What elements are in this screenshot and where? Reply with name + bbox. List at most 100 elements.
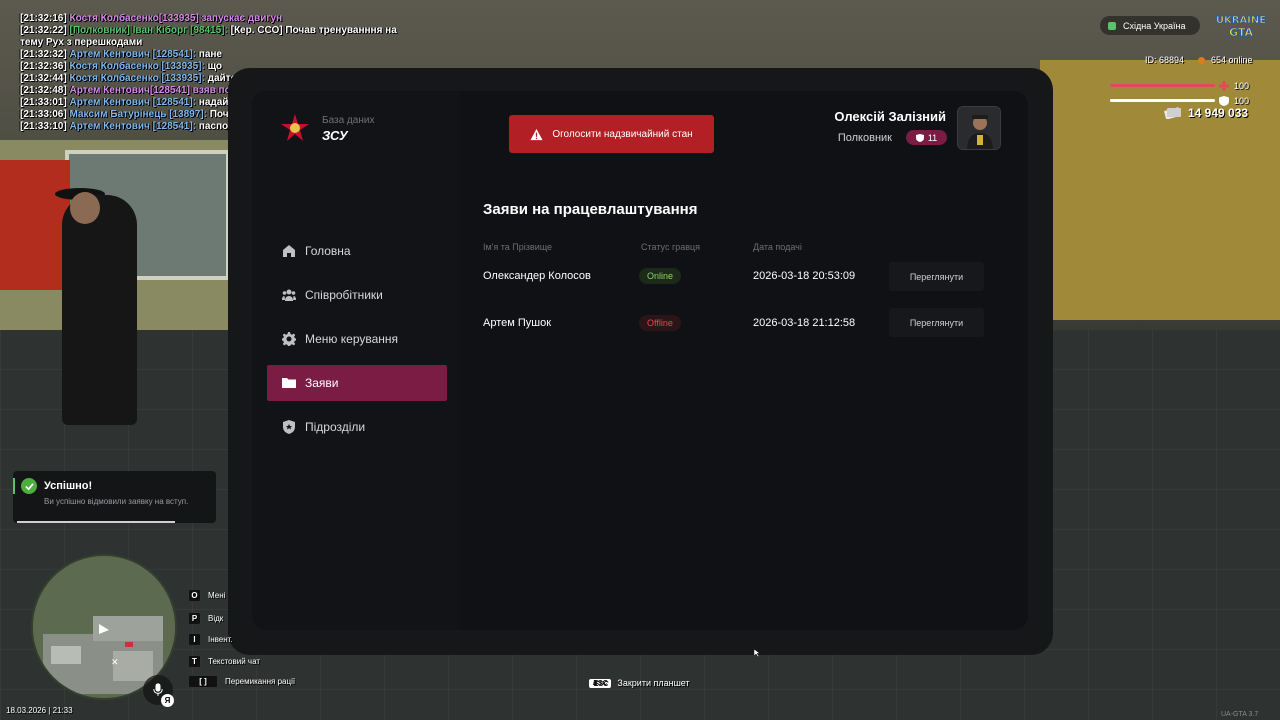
status-badge: Online xyxy=(639,268,682,284)
tablet-screen: База даних ЗСУ Головна Співробітники Мен… xyxy=(252,91,1028,630)
hint-label: Текстовий чат xyxy=(208,657,261,666)
chat-timestamp: [21:33:10] xyxy=(20,121,67,132)
microphone-icon xyxy=(153,683,163,696)
chat-text: Артем Кентович [128541]: xyxy=(69,49,199,60)
close-tablet-hint[interactable]: ESC Закрити планшет xyxy=(589,678,690,688)
game-logo: UKRAINE GTA xyxy=(1215,15,1266,39)
sidebar-item-home[interactable]: Головна xyxy=(267,233,447,269)
chat-text: що xyxy=(207,61,223,72)
chat-text: Максим Батурінець [13897]: xyxy=(69,109,210,120)
health-cross-icon xyxy=(1219,81,1229,91)
date-time: 18.03.2026 | 21:33 xyxy=(6,706,73,715)
toast-progress xyxy=(17,521,175,523)
online-icon xyxy=(1198,56,1205,64)
sidebar-nav: Головна Співробітники Меню керування Зая… xyxy=(267,233,447,453)
hint-label: Мені xyxy=(208,591,226,600)
server-name: Східна Україна xyxy=(1123,20,1186,31)
hint-key: [ ] xyxy=(188,675,218,688)
online-count: 654 online xyxy=(1198,55,1253,65)
chat-text: [Полковник] Іван Кіборг [98415]: xyxy=(69,25,231,36)
column-header-name: Ім'я та Прізвище xyxy=(483,242,553,252)
avatar[interactable] xyxy=(957,106,1001,150)
sidebar-item-control-menu[interactable]: Меню керування xyxy=(267,321,447,357)
shield-icon xyxy=(283,420,295,434)
chat-text: тему Рух з перешкодами xyxy=(20,37,143,48)
hint-label: Інвент. xyxy=(208,635,233,644)
check-icon xyxy=(21,478,37,494)
chat-timestamp: [21:32:22] xyxy=(20,25,67,36)
view-button[interactable]: Переглянути xyxy=(889,308,984,337)
column-header-status: Статус гравця xyxy=(641,242,701,252)
sidebar-item-label: Меню керування xyxy=(305,332,399,346)
close-tablet-label: Закрити планшет xyxy=(617,678,690,688)
rank-badge: 11 xyxy=(906,130,947,145)
sidebar-item-employees[interactable]: Співробітники xyxy=(267,277,447,313)
home-icon xyxy=(283,245,295,257)
chat-line: [21:32:16] Костя Колбасенко[133935] запу… xyxy=(20,13,420,25)
hint-key: O xyxy=(188,589,201,602)
zsu-emblem-icon xyxy=(281,114,309,141)
chat-text: Костя Колбасенко [133935]: xyxy=(69,73,208,84)
application-date: 2026-03-18 20:53:09 xyxy=(753,270,856,282)
chat-line: [21:32:22] [Полковник] Іван Кіборг [9841… xyxy=(20,25,420,37)
chat-timestamp: [21:32:44] xyxy=(20,73,67,84)
version-label: UA-GTA 3.7 xyxy=(1221,711,1259,718)
column-header-date: Дата подачі xyxy=(753,242,802,252)
chat-timestamp: [21:33:06] xyxy=(20,109,67,120)
money-icon xyxy=(1164,107,1181,119)
sidebar-item-units[interactable]: Підрозділи xyxy=(267,409,447,445)
view-button[interactable]: Переглянути xyxy=(889,262,984,291)
game-logo-line2: GTA xyxy=(1229,26,1253,39)
logo-title: ЗСУ xyxy=(322,128,348,143)
emergency-button-label: Оголосити надзвичайний стан xyxy=(552,128,693,140)
cursor-icon xyxy=(754,649,760,657)
applicant-name: Олександер Колосов xyxy=(483,270,591,282)
armor-bar xyxy=(1110,99,1215,102)
sidebar-item-label: Головна xyxy=(305,244,351,258)
voice-key-badge: Я xyxy=(161,694,174,707)
esc-key: ESC xyxy=(589,678,612,688)
folder-icon xyxy=(282,378,296,388)
rank-level: 11 xyxy=(927,132,938,143)
chat-timestamp: [21:32:16] xyxy=(20,13,67,24)
hint-label: Перемикання рації xyxy=(225,677,296,686)
application-date: 2026-03-18 21:12:58 xyxy=(753,317,856,329)
toast-title: Успішно! xyxy=(44,480,93,492)
emergency-button[interactable]: Оголосити надзвичайний стан xyxy=(509,115,714,153)
chat-timestamp: [21:32:36] xyxy=(20,61,67,72)
toast-accent xyxy=(13,478,15,494)
sidebar-item-applications[interactable]: Заяви xyxy=(267,365,447,401)
chat-line: [21:32:32] Артем Кентович [128541]: пане xyxy=(20,49,420,61)
chat-text: Артем Кентович [128541]: xyxy=(69,97,199,108)
hint-radio-switch: [ ] Перемикання рації xyxy=(188,675,295,688)
sidebar-item-label: Заяви xyxy=(305,376,339,390)
hint-key: I xyxy=(188,633,201,646)
armor-shield-icon xyxy=(1219,96,1229,106)
hint-key: T xyxy=(188,655,201,668)
gear-icon xyxy=(282,332,296,346)
chat-text: Костя Колбасенко [133935]: xyxy=(69,61,208,72)
chat-timestamp: [21:32:48] xyxy=(20,85,67,96)
money-balance: 14 949 033 xyxy=(1188,106,1249,120)
chat-timestamp: [21:32:32] xyxy=(20,49,67,60)
hint-label: Відк xyxy=(208,614,224,623)
sidebar-item-label: Співробітники xyxy=(305,288,383,302)
hint-menu: O Мені xyxy=(188,589,225,602)
status-badge: Offline xyxy=(639,315,681,331)
success-toast: Успішно! Ви успішно відмовили заявку на … xyxy=(13,471,216,523)
user-name: Олексій Залізний xyxy=(834,109,946,124)
online-count-text: 654 online xyxy=(1211,55,1253,65)
health-value: 100 xyxy=(1234,81,1250,91)
hint-open: P Відк xyxy=(188,612,223,625)
chat-line: тему Рух з перешкодами xyxy=(20,37,420,49)
applicant-name: Артем Пушок xyxy=(483,317,552,329)
chat-text: [Кер. ССО] Почав тренуванння на xyxy=(230,25,397,36)
avatar-portrait-icon xyxy=(958,107,1000,149)
hint-text-chat: T Текстовий чат xyxy=(188,655,260,668)
chat-timestamp: [21:33:01] xyxy=(20,97,67,108)
chat-text: Артем Кентович [128541]: xyxy=(69,121,199,132)
warning-icon xyxy=(530,128,543,140)
rank-shield-icon xyxy=(915,133,924,142)
chat-text: Костя Колбасенко[133935] запускає двигун xyxy=(69,13,283,24)
toast-message: Ви успішно відмовили заявку на вступ. xyxy=(44,497,189,506)
